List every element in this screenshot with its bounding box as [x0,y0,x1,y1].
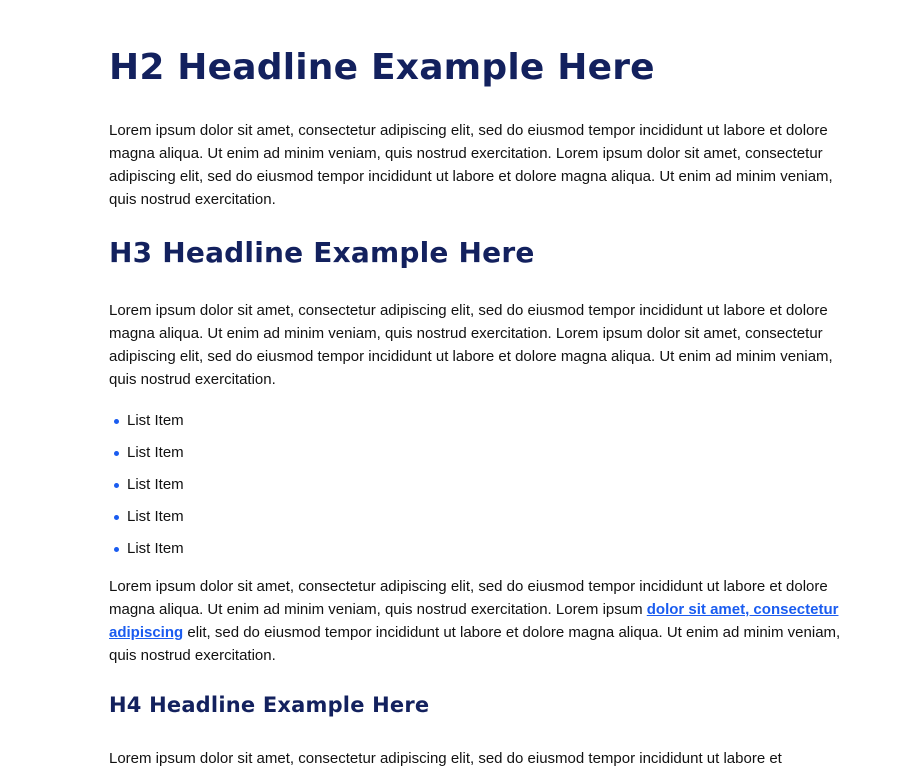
list-item-label: List Item [127,412,184,429]
list-item-label: List Item [127,444,184,461]
paragraph-2: Lorem ipsum dolor sit amet, consectetur … [109,302,833,388]
bullet-icon [114,419,119,424]
h4-headline: H4 Headline Example Here [109,693,430,717]
list-item: List Item [109,538,184,570]
paragraph-3: Lorem ipsum dolor sit amet, consectetur … [109,575,844,667]
bullet-list: List Item List Item List Item List Item … [109,410,184,570]
paragraph-4: Lorem ipsum dolor sit amet, consectetur … [109,750,782,767]
list-item: List Item [109,442,184,474]
list-item-label: List Item [127,476,184,493]
paragraph-3-text-after: elit, sed do eiusmod tempor incididunt u… [109,624,841,664]
bullet-icon [114,451,119,456]
list-item: List Item [109,506,184,538]
h2-headline: H2 Headline Example Here [109,47,655,88]
bullet-icon [114,483,119,488]
paragraph-1: Lorem ipsum dolor sit amet, consectetur … [109,122,833,208]
h3-headline: H3 Headline Example Here [109,236,535,269]
bullet-icon [114,515,119,520]
list-item: List Item [109,410,184,442]
list-item-label: List Item [127,508,184,525]
bullet-icon [114,547,119,552]
list-item: List Item [109,474,184,506]
list-item-label: List Item [127,540,184,557]
